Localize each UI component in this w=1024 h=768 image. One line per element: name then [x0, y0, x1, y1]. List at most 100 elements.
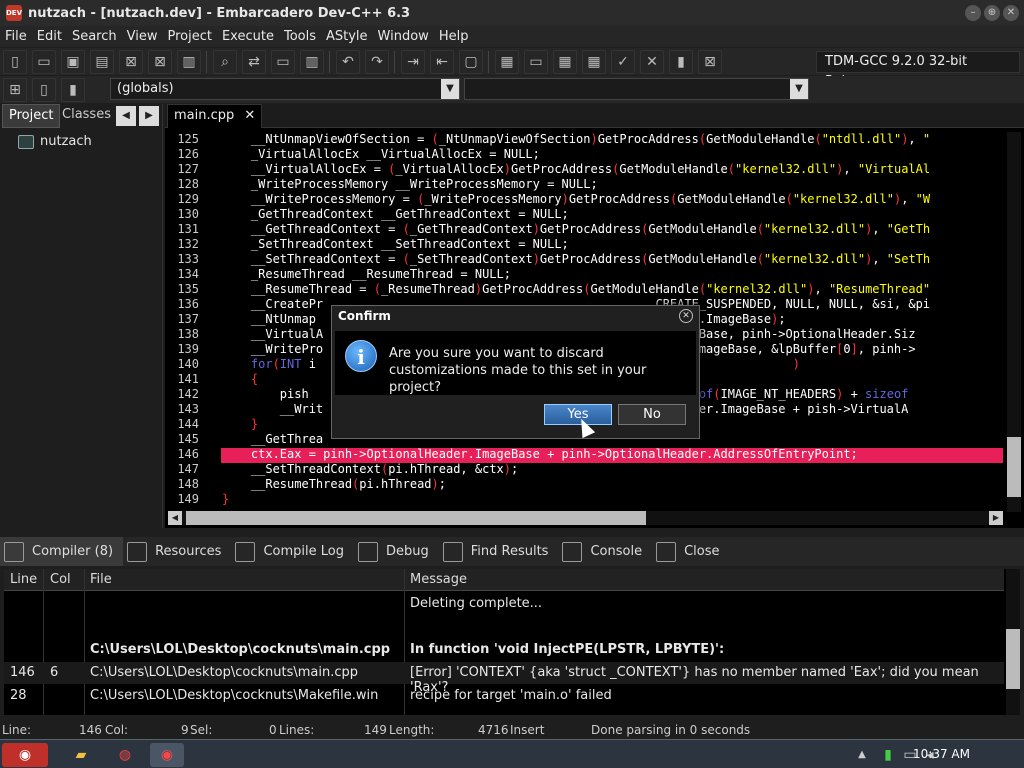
code-line[interactable]: _SetThreadContext __SetThreadContext = N… — [222, 237, 569, 252]
code-line[interactable]: __NtUnmapViewOfSection = (_NtUnmapViewOf… — [222, 132, 930, 147]
bookmark-list-icon[interactable]: ▮ — [61, 77, 85, 102]
compiler-messages-table[interactable]: Line Col File Message Deleting complete.… — [4, 569, 1020, 715]
menu-view[interactable]: View — [122, 29, 163, 44]
log-scrollbar[interactable] — [1006, 569, 1020, 715]
header-message[interactable]: Message — [410, 572, 467, 587]
code-line[interactable]: ctx.Eax = pinh->OptionalHeader.ImageBase… — [222, 447, 858, 462]
chevron-down-icon[interactable]: ▼ — [441, 79, 459, 99]
file-explorer-icon[interactable]: ▰ — [64, 743, 98, 767]
project-options-icon[interactable]: ⊞ — [3, 77, 27, 102]
code-line[interactable]: __GetThreadContext = (_GetThreadContext)… — [222, 222, 930, 237]
devcpp-taskbar-icon[interactable]: ◉ — [150, 743, 184, 767]
minimize-button[interactable]: – — [965, 5, 981, 21]
chrome-icon[interactable]: ◍ — [108, 743, 142, 767]
table-row[interactable]: C:\Users\LOL\Desktop\cocknuts\main.cpp I… — [4, 639, 1004, 661]
menu-edit[interactable]: Edit — [32, 29, 67, 44]
compiler-select[interactable]: TDM-GCC 9.2.0 32-bit Release — [816, 51, 1020, 89]
menu-window[interactable]: Window — [373, 29, 434, 44]
tab-project[interactable]: Project — [2, 104, 61, 128]
replace-icon[interactable]: ⇄ — [242, 49, 266, 74]
tab-debug[interactable]: Debug — [354, 537, 439, 566]
chevron-right-icon[interactable]: ▶ — [139, 106, 159, 126]
show-hidden-icons-icon[interactable]: ▲ — [852, 743, 872, 767]
menu-astyle[interactable]: AStyle — [321, 29, 373, 44]
close-output-button[interactable]: Close — [652, 537, 729, 566]
close-window-button[interactable]: ✕ — [1003, 5, 1019, 21]
run-icon[interactable]: ▭ — [524, 49, 548, 74]
close-all-icon[interactable]: ⊠ — [148, 49, 172, 74]
indent-icon[interactable]: ⇥ — [401, 49, 425, 74]
close-tab-icon[interactable]: ✕ — [244, 108, 255, 123]
check-syntax-icon[interactable]: ✓ — [611, 49, 635, 74]
code-line[interactable]: __ResumeThread(pi.hThread); — [222, 477, 446, 492]
compile-run-icon[interactable]: ▦ — [553, 49, 577, 74]
rebuild-icon[interactable]: ▦ — [582, 49, 606, 74]
scroll-left-icon[interactable]: ◀ — [168, 511, 182, 525]
code-line[interactable]: __SetThreadContext(pi.hThread, &ctx); — [222, 462, 518, 477]
maximize-button[interactable]: ⊕ — [984, 5, 1000, 21]
undo-icon[interactable]: ↶ — [336, 49, 360, 74]
compile-icon[interactable]: ▦ — [495, 49, 519, 74]
save-all-icon[interactable]: ▤ — [90, 49, 114, 74]
open-folder-icon[interactable]: ▭ — [32, 49, 56, 74]
horizontal-scrollbar[interactable]: ◀ ▶ — [168, 511, 1003, 525]
menu-help[interactable]: Help — [434, 29, 474, 44]
battery-icon[interactable]: ▮ — [878, 743, 898, 767]
vertical-scroll-thumb[interactable] — [1007, 437, 1021, 497]
table-row[interactable]: 28 C:\Users\LOL\Desktop\cocknuts\Makefil… — [4, 685, 1004, 707]
tab-compiler[interactable]: Compiler (8) — [0, 537, 124, 566]
bookmark-toggle-icon[interactable]: ▯ — [32, 77, 56, 102]
menu-execute[interactable]: Execute — [217, 29, 279, 44]
profile-icon[interactable]: ▮ — [669, 49, 693, 74]
header-line[interactable]: Line — [10, 572, 37, 587]
code-line[interactable]: _VirtualAllocEx __VirtualAllocEx = NULL; — [222, 147, 540, 162]
tab-classes[interactable]: Classes — [56, 104, 117, 128]
header-file[interactable]: File — [90, 572, 112, 587]
menu-project[interactable]: Project — [162, 29, 216, 44]
table-row[interactable] — [4, 616, 1004, 638]
code-line[interactable]: __ResumeThread = (_ResumeThread)GetProcA… — [222, 282, 930, 297]
vertical-scrollbar[interactable] — [1007, 132, 1021, 512]
header-col[interactable]: Col — [50, 572, 71, 587]
find-icon[interactable]: ⌕ — [213, 49, 237, 74]
taskbar-clock[interactable]: 10:37 AM — [913, 747, 970, 761]
start-button-icon[interactable]: ◉ — [2, 743, 48, 767]
goto-icon[interactable]: ▭ — [271, 49, 295, 74]
function-select[interactable]: ▼ — [464, 78, 809, 100]
bookmark-icon[interactable]: ▥ — [300, 49, 324, 74]
code-line[interactable]: } — [222, 417, 258, 432]
print-icon[interactable]: ▥ — [177, 49, 201, 74]
redo-icon[interactable]: ↷ — [365, 49, 389, 74]
menu-tools[interactable]: Tools — [279, 29, 321, 44]
code-line[interactable]: __WriteProcessMemory = (_WriteProcessMem… — [222, 192, 930, 207]
code-line[interactable]: _GetThreadContext __GetThreadContext = N… — [222, 207, 569, 222]
tab-find-results[interactable]: Find Results — [439, 537, 559, 566]
tab-main-cpp[interactable]: main.cpp ✕ — [167, 104, 263, 128]
chevron-left-icon[interactable]: ◀ — [116, 106, 136, 126]
tab-resources[interactable]: Resources — [123, 537, 231, 566]
comment-icon[interactable]: ▢ — [459, 49, 483, 74]
tab-console[interactable]: Console — [558, 537, 652, 566]
code-line[interactable]: { — [222, 372, 258, 387]
chevron-down-icon[interactable]: ▼ — [790, 79, 808, 99]
project-tree-root[interactable]: nutzach — [18, 134, 92, 149]
code-line[interactable]: __SetThreadContext = (_SetThreadContext)… — [222, 252, 930, 267]
log-scroll-thumb[interactable] — [1006, 629, 1020, 689]
code-line[interactable]: } — [222, 492, 229, 507]
table-row-selected[interactable]: 146 6 C:\Users\LOL\Desktop\cocknuts\main… — [4, 662, 1004, 695]
new-file-icon[interactable]: ▯ — [3, 49, 27, 74]
no-button[interactable]: No — [618, 404, 686, 425]
code-line[interactable]: __VirtualAllocEx = (_VirtualAllocEx)GetP… — [222, 162, 930, 177]
tab-compile-log[interactable]: Compile Log — [231, 537, 354, 566]
scope-select[interactable]: (globals) ▼ — [110, 78, 460, 100]
table-row[interactable]: Deleting complete... — [4, 593, 1004, 615]
delete-profile-icon[interactable]: ⊠ — [698, 49, 722, 74]
horizontal-scroll-thumb[interactable] — [186, 511, 646, 525]
close-file-icon[interactable]: ⊠ — [119, 49, 143, 74]
save-icon[interactable]: ▣ — [61, 49, 85, 74]
code-line[interactable]: _WriteProcessMemory __WriteProcessMemory… — [222, 177, 598, 192]
menu-search[interactable]: Search — [67, 29, 122, 44]
stop-icon[interactable]: ✕ — [640, 49, 664, 74]
dialog-close-icon[interactable]: ✕ — [679, 309, 693, 323]
code-line[interactable]: _ResumeThread __ResumeThread = NULL; — [222, 267, 511, 282]
